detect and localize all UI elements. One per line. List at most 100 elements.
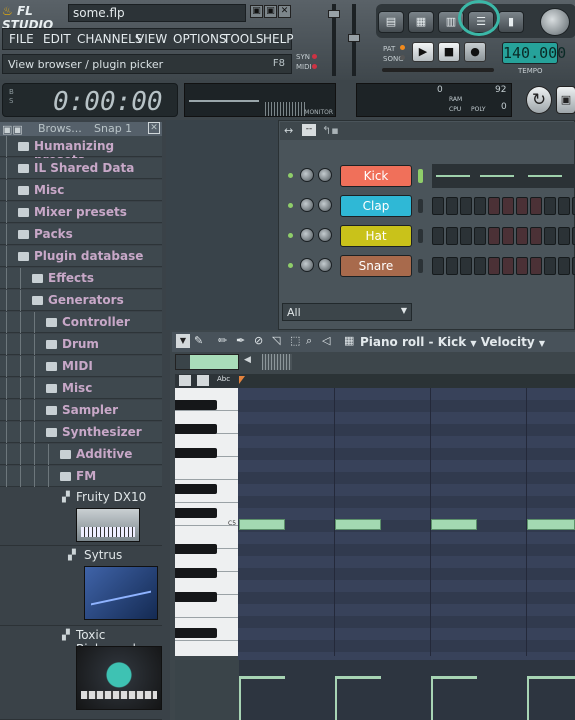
step-button[interactable] [446, 197, 458, 215]
snap-selector[interactable]: Snap 1 [94, 122, 132, 135]
menu-edit[interactable]: EDIT [43, 32, 71, 46]
menu-options[interactable]: OPTIONS [173, 32, 227, 46]
step-button[interactable] [516, 197, 528, 215]
step-button[interactable] [460, 227, 472, 245]
maximize-button[interactable]: ▣ [264, 5, 277, 18]
browser-item[interactable]: Misc [0, 378, 162, 399]
velocity-bar[interactable] [335, 678, 337, 720]
browser-item[interactable]: Synthesizer [0, 422, 162, 443]
step-button[interactable] [446, 257, 458, 275]
browser-item[interactable]: Drum [0, 334, 162, 355]
black-key[interactable] [175, 424, 217, 434]
pencil-icon[interactable]: ✏ [218, 334, 227, 347]
black-key[interactable] [175, 568, 217, 578]
channel-select-led[interactable] [418, 199, 423, 213]
step-button[interactable] [432, 257, 444, 275]
black-key[interactable] [175, 628, 217, 638]
channel-knob[interactable] [300, 168, 314, 182]
velocity-bar[interactable] [527, 678, 529, 720]
channel-mute-led[interactable] [288, 173, 293, 178]
minimize-button[interactable]: ▣ [250, 5, 263, 18]
step-button[interactable] [474, 257, 486, 275]
plugin-entry-fruity-dx10[interactable]: ▞ Fruity DX10 [0, 488, 162, 546]
menu-help[interactable]: HELP [263, 32, 294, 46]
mixer-icon[interactable]: ▮ [498, 11, 524, 33]
white-key[interactable] [175, 457, 239, 480]
step-button[interactable] [544, 257, 556, 275]
black-key[interactable] [175, 544, 217, 554]
note[interactable] [527, 519, 575, 530]
step-button[interactable] [502, 257, 514, 275]
note-grid[interactable] [238, 388, 575, 664]
browser-item[interactable]: Sampler [0, 400, 162, 421]
step-button[interactable] [488, 197, 500, 215]
browser-item[interactable]: Humanizing presets [0, 136, 162, 167]
options-icon[interactable]: ↰▪ [322, 124, 339, 137]
step-button[interactable] [432, 227, 444, 245]
menu-file[interactable]: FILE [9, 32, 34, 46]
browser-item[interactable]: Effects [0, 268, 162, 289]
snap-grid-icon[interactable]: ▦ [344, 334, 354, 347]
black-key[interactable] [175, 592, 217, 602]
swing-icon[interactable]: -- [302, 124, 316, 136]
playlist-icon[interactable]: ▤ [378, 11, 404, 33]
step-button[interactable] [474, 197, 486, 215]
channel-knob[interactable] [300, 228, 314, 242]
piano-roll-mode[interactable]: Velocity [481, 335, 535, 349]
channel-mute-led[interactable] [288, 263, 293, 268]
delete-icon[interactable]: ⊘ [254, 334, 263, 347]
browser-close-icon[interactable]: ✕ [148, 122, 160, 134]
channel-select-led[interactable] [418, 229, 423, 243]
master-volume-handle[interactable] [348, 34, 360, 42]
playhead-marker[interactable] [239, 376, 245, 384]
browser-item[interactable]: Additive [0, 444, 162, 465]
list-icon[interactable] [197, 375, 209, 386]
channel-knob[interactable] [300, 258, 314, 272]
note[interactable] [335, 519, 381, 530]
plugin-entry-sytrus[interactable]: ▞ Sytrus [0, 546, 162, 626]
menu-channels[interactable]: CHANNELS [77, 32, 142, 46]
kick-piano-roll-preview[interactable] [432, 164, 575, 188]
pat-led[interactable] [400, 45, 405, 50]
step-button[interactable] [446, 227, 458, 245]
step-button[interactable] [530, 227, 542, 245]
record-button[interactable]: ● [464, 42, 486, 62]
browser-item[interactable]: Packs [0, 224, 162, 245]
menu-view[interactable]: VIEW [136, 32, 167, 46]
step-button[interactable] [474, 227, 486, 245]
save-icon[interactable]: ▣ [556, 86, 575, 114]
menu-tools[interactable]: TOOLS [223, 32, 264, 46]
undo-icon[interactable]: ↻ [526, 86, 552, 114]
browser-nav-icon[interactable]: ▣▣ [2, 123, 23, 136]
channel-button[interactable]: Clap [340, 195, 412, 217]
browser-item[interactable]: FM [0, 466, 162, 487]
black-key[interactable] [175, 484, 217, 494]
channel-button[interactable]: Snare [340, 255, 412, 277]
step-button[interactable] [502, 197, 514, 215]
plugin-entry-toxic-biohazard[interactable]: ▞ Toxic Biohazard [0, 626, 162, 720]
step-button[interactable] [558, 197, 570, 215]
step-button[interactable] [432, 197, 444, 215]
step-button[interactable] [516, 257, 528, 275]
scroll-left-icon[interactable]: ◀ [244, 355, 251, 365]
browser-item[interactable]: Mixer presets [0, 202, 162, 223]
slice-icon[interactable]: ◹ [272, 334, 280, 347]
paint-icon[interactable]: ✒ [236, 334, 245, 347]
horizontal-scroll-grip[interactable] [262, 354, 292, 370]
wrench-icon[interactable]: ✎ [194, 334, 203, 347]
browser-item[interactable]: Misc [0, 180, 162, 201]
timeline-ruler[interactable] [239, 374, 575, 388]
channel-select-led[interactable] [418, 169, 423, 183]
channel-knob[interactable] [318, 228, 332, 242]
channel-knob[interactable] [318, 168, 332, 182]
scroll-thumb[interactable] [190, 355, 238, 369]
step-button[interactable] [558, 257, 570, 275]
step-button[interactable] [558, 227, 570, 245]
select-icon[interactable]: ⬚ [290, 334, 300, 347]
step-button[interactable] [516, 227, 528, 245]
step-button[interactable] [544, 197, 556, 215]
note[interactable] [431, 519, 477, 530]
channel-mute-led[interactable] [288, 233, 293, 238]
channel-button[interactable]: Kick [340, 165, 412, 187]
velocity-bar[interactable] [431, 678, 433, 720]
